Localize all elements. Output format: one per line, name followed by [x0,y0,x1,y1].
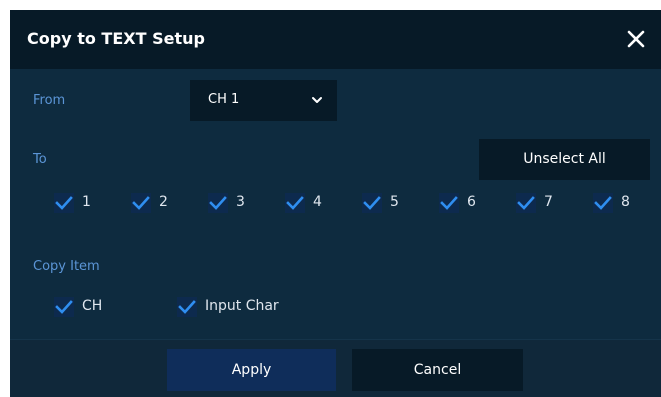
checkbox[interactable] [131,193,151,213]
checkbox-label: 4 [313,194,322,210]
checkbox[interactable] [362,193,382,213]
to-label: To [33,152,47,167]
checkmark-icon [517,196,535,210]
checkbox-label: 8 [621,194,630,210]
close-button[interactable] [624,27,648,51]
checkbox[interactable] [54,193,74,213]
checkbox-label: 1 [82,194,91,210]
from-channel-value: CH 1 [208,92,240,107]
checkbox-label: 7 [544,194,553,210]
checkbox-label: 6 [467,194,476,210]
cancel-button[interactable]: Cancel [352,349,523,391]
checkmark-icon [363,196,381,210]
checkmark-icon [594,196,612,210]
unselect-all-label: Unselect All [523,151,606,167]
checkbox-label: 5 [390,194,399,210]
chevron-down-icon [312,97,322,103]
checkbox[interactable] [54,297,74,317]
from-label: From [33,93,66,108]
apply-button[interactable]: Apply [167,349,336,391]
unselect-all-button[interactable]: Unselect All [479,139,650,180]
checkmark-icon [178,300,196,314]
checkmark-icon [55,196,73,210]
checkmark-icon [55,300,73,314]
checkbox[interactable] [593,193,613,213]
checkmark-icon [132,196,150,210]
checkbox-label: Input Char [205,298,279,314]
checkbox-label: CH [82,298,103,314]
apply-label: Apply [231,362,272,378]
checkmark-icon [209,196,227,210]
cancel-label: Cancel [413,362,462,378]
checkbox[interactable] [439,193,459,213]
checkbox-label: 2 [159,194,168,210]
checkmark-icon [440,196,458,210]
checkbox[interactable] [177,297,197,317]
dialog-titlebar: Copy to TEXT Setup [10,10,661,69]
checkbox-label: 3 [236,194,245,210]
checkbox[interactable] [516,193,536,213]
close-icon [627,30,645,48]
copy-to-text-dialog: Copy to TEXT Setup From CH 1 To Unselect… [10,10,661,397]
checkbox[interactable] [208,193,228,213]
checkmark-icon [286,196,304,210]
checkbox[interactable] [285,193,305,213]
dialog-title: Copy to TEXT Setup [27,29,205,48]
copy-item-label: Copy Item [33,259,100,274]
from-channel-select[interactable]: CH 1 [190,80,337,121]
